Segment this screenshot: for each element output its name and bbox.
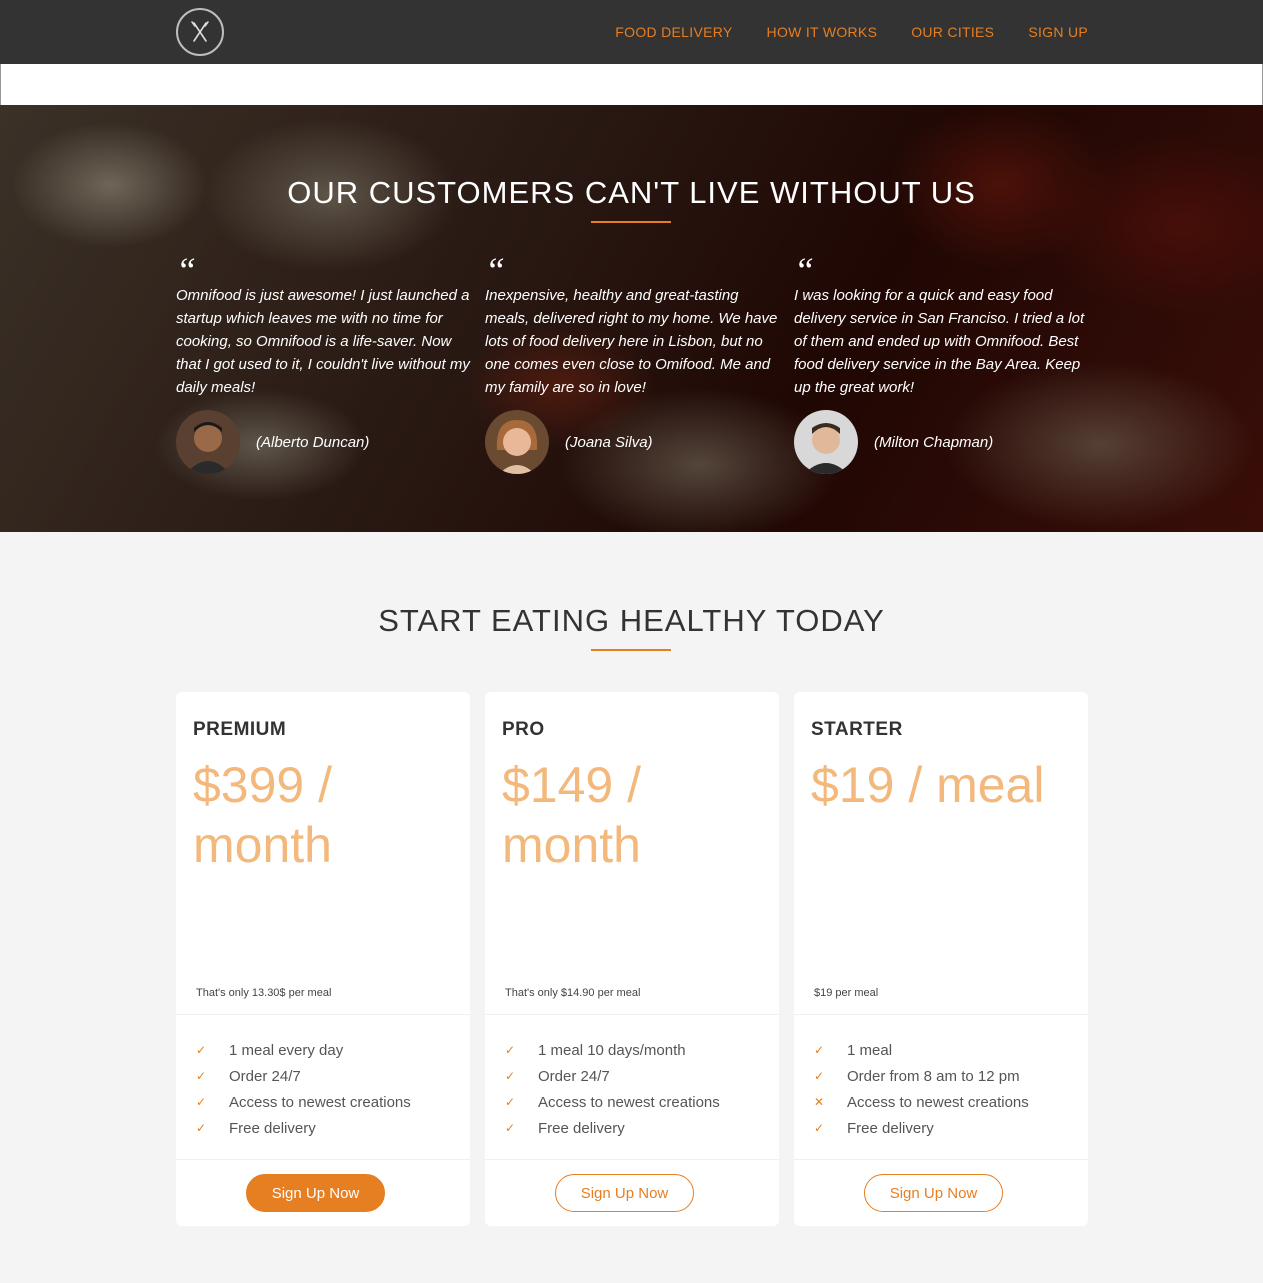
testimonials-section: Our customers can't live without us “ Om… <box>0 105 1263 532</box>
sign-up-button-premium[interactable]: Sign Up Now <box>246 1174 385 1212</box>
testimonial-quote: “ I was looking for a quick and easy foo… <box>794 250 1089 399</box>
testimonial-text: Inexpensive, healthy and great-tasting m… <box>485 287 778 396</box>
check-icon: ✓ <box>196 1121 207 1135</box>
content-strip <box>0 64 1263 105</box>
list-item: ✓ Free delivery <box>505 1115 720 1141</box>
plan-price: $399 / month <box>193 757 333 873</box>
fork-knife-icon <box>191 21 209 42</box>
list-item: ✓ Order from 8 am to 12 pm <box>814 1063 1029 1089</box>
divider <box>176 1014 470 1015</box>
plan-name: Pro <box>502 719 545 740</box>
feature-label: Order from 8 am to 12 pm <box>847 1067 1020 1085</box>
check-icon: ✓ <box>505 1095 516 1109</box>
plan-note: That's only 13.30$ per meal <box>196 987 332 999</box>
list-item: ✓ Free delivery <box>814 1115 1029 1141</box>
sign-up-button-starter[interactable]: Sign Up Now <box>864 1174 1003 1212</box>
list-item: ✓ Order 24/7 <box>505 1063 720 1089</box>
feature-label: Free delivery <box>538 1119 625 1137</box>
sign-up-button-pro[interactable]: Sign Up Now <box>555 1174 694 1212</box>
feature-label: Access to newest creations <box>847 1093 1029 1111</box>
feature-list: ✓ 1 meal ✓ Order from 8 am to 12 pm ✕ Acces… <box>814 1037 1029 1141</box>
quote-mark-icon: “ <box>485 250 506 290</box>
feature-label: Access to newest creations <box>538 1093 720 1111</box>
plan-price: $149 / month <box>502 757 642 873</box>
cross-icon: ✕ <box>814 1095 825 1109</box>
title-underline <box>591 649 671 651</box>
plan-card-pro: Pro $149 / month That's only $14.90 per … <box>485 692 779 1226</box>
divider <box>794 1159 1088 1160</box>
author-name: (Alberto Duncan) <box>256 433 370 451</box>
feature-label: Free delivery <box>229 1119 316 1137</box>
nav-link-how-it-works[interactable]: How it works <box>767 24 878 40</box>
nav-link-our-cities[interactable]: Our cities <box>911 24 994 40</box>
check-icon: ✓ <box>505 1121 516 1135</box>
check-icon: ✓ <box>505 1043 516 1057</box>
author-name: (Joana Silva) <box>565 433 653 451</box>
list-item: ✓ Access to newest creations <box>505 1089 720 1115</box>
plan-name: Starter <box>811 719 903 740</box>
avatar <box>794 410 858 474</box>
feature-label: 1 meal every day <box>229 1041 344 1059</box>
check-icon: ✓ <box>196 1095 207 1109</box>
check-icon: ✓ <box>814 1121 825 1135</box>
feature-label: Order 24/7 <box>229 1067 301 1085</box>
feature-label: 1 meal <box>847 1041 893 1059</box>
title-underline <box>591 221 671 223</box>
feature-list: ✓ 1 meal 10 days/month ✓ Order 24/7 ✓ Acces… <box>505 1037 720 1141</box>
nav-links: Food delivery How it works Our cities Si… <box>615 0 1088 64</box>
list-item: ✓ 1 meal every day <box>196 1037 411 1063</box>
list-item: ✓ Order 24/7 <box>196 1063 411 1089</box>
list-item: ✓ Access to newest creations <box>196 1089 411 1115</box>
list-item: ✓ Free delivery <box>196 1115 411 1141</box>
feature-label: Free delivery <box>847 1119 934 1137</box>
feature-label: 1 meal 10 days/month <box>538 1041 686 1059</box>
check-icon: ✓ <box>196 1043 207 1057</box>
divider <box>794 1014 1088 1015</box>
plan-name: Premium <box>193 719 287 740</box>
plan-card-premium: Premium $399 / month That's only 13.30$ … <box>176 692 470 1226</box>
testimonials-title: Our customers can't live without us <box>287 175 976 210</box>
plans-title: Start eating healthy today <box>378 603 885 638</box>
check-icon: ✓ <box>814 1069 825 1083</box>
check-icon: ✓ <box>505 1069 516 1083</box>
avatar <box>176 410 240 474</box>
testimonial-text: I was looking for a quick and easy food … <box>794 287 1085 396</box>
nav-link-sign-up[interactable]: Sign up <box>1028 24 1088 40</box>
testimonial-author: (Milton Chapman) <box>794 410 993 474</box>
plan-price: $19 / meal <box>811 757 1045 813</box>
divider <box>176 1159 470 1160</box>
testimonial-quote: “ Inexpensive, healthy and great-tasting… <box>485 250 780 399</box>
testimonial-author: (Joana Silva) <box>485 410 653 474</box>
plan-card-starter: Starter $19 / meal $19 per meal ✓ 1 meal … <box>794 692 1088 1226</box>
top-navigation: Food delivery How it works Our cities Si… <box>0 0 1263 64</box>
omnifood-logo[interactable] <box>176 8 224 56</box>
check-icon: ✓ <box>814 1043 825 1057</box>
testimonial-author: (Alberto Duncan) <box>176 410 369 474</box>
nav-link-food-delivery[interactable]: Food delivery <box>615 24 732 40</box>
check-icon: ✓ <box>196 1069 207 1083</box>
feature-label: Order 24/7 <box>538 1067 610 1085</box>
avatar <box>485 410 549 474</box>
plan-note: That's only $14.90 per meal <box>505 987 641 999</box>
list-item: ✕ Access to newest creations <box>814 1089 1029 1115</box>
testimonial-text: Omnifood is just awesome! I just launche… <box>176 287 470 396</box>
quote-mark-icon: “ <box>176 250 197 290</box>
divider <box>485 1014 779 1015</box>
feature-label: Access to newest creations <box>229 1093 411 1111</box>
plan-note: $19 per meal <box>814 987 879 999</box>
testimonial-quote: “ Omnifood is just awesome! I just launc… <box>176 250 471 399</box>
divider <box>485 1159 779 1160</box>
feature-list: ✓ 1 meal every day ✓ Order 24/7 ✓ Access to… <box>196 1037 411 1141</box>
list-item: ✓ 1 meal <box>814 1037 1029 1063</box>
list-item: ✓ 1 meal 10 days/month <box>505 1037 720 1063</box>
quote-mark-icon: “ <box>794 250 815 290</box>
author-name: (Milton Chapman) <box>874 433 994 451</box>
